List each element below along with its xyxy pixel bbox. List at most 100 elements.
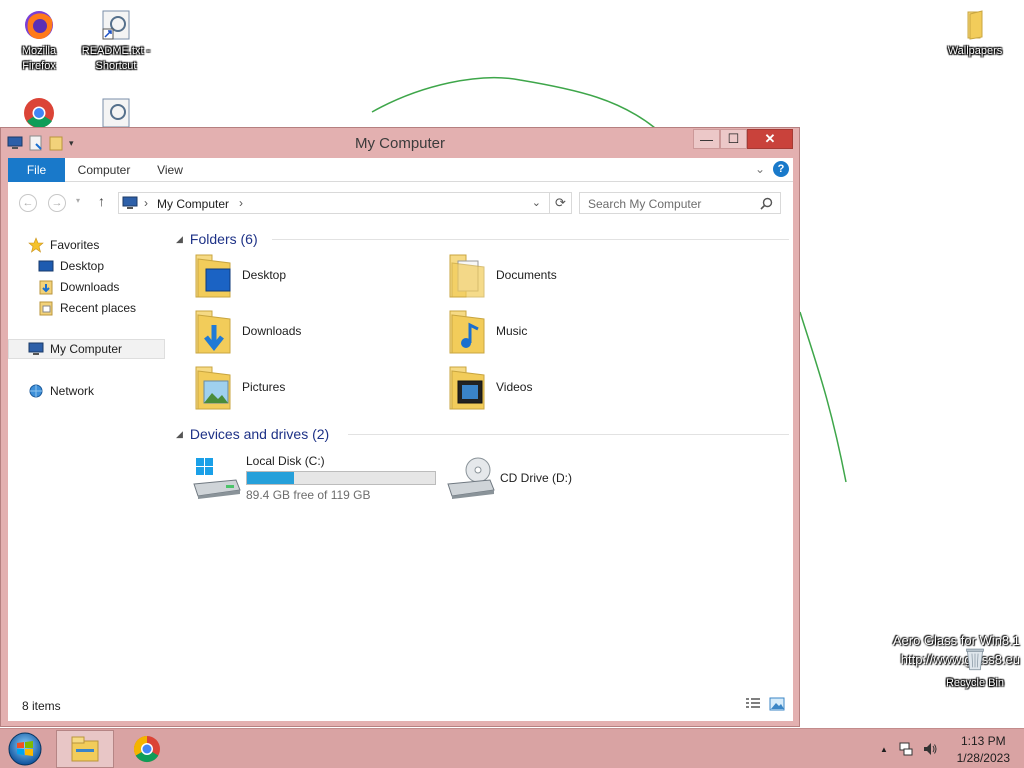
breadcrumb-my-computer[interactable]: My Computer xyxy=(157,197,229,211)
breadcrumb-separator-icon[interactable]: › xyxy=(239,196,243,210)
ribbon-tabs: File Computer View ⌄ ? xyxy=(8,158,793,182)
title-bar[interactable]: ▾ My Computer — ☐ ✕ xyxy=(1,128,799,158)
desktop-icon-label: Mozilla Firefox xyxy=(21,45,57,72)
ribbon-right-controls: ⌄ ? xyxy=(755,161,789,177)
refresh-button[interactable]: ⟳ xyxy=(549,193,571,213)
desktop-icon-chrome[interactable] xyxy=(1,96,77,130)
window-title: My Computer xyxy=(354,135,446,152)
recent-places-icon xyxy=(39,301,53,316)
desktop-icon-label: Recycle Bin xyxy=(945,677,1005,689)
help-icon[interactable]: ? xyxy=(773,161,789,177)
nav-favorites[interactable]: Favorites xyxy=(28,235,99,255)
desktop-icon-label: Wallpapers xyxy=(947,45,1003,57)
folder-music[interactable]: Music xyxy=(444,306,694,356)
folder-label: Downloads xyxy=(242,324,302,338)
folder-icon xyxy=(967,10,983,40)
navigation-pane: Favorites Desktop Downloads Recent place… xyxy=(8,220,166,690)
volume-icon[interactable] xyxy=(922,741,938,757)
tab-view[interactable]: View xyxy=(148,158,192,182)
view-buttons xyxy=(745,697,785,711)
breadcrumb-separator-icon[interactable]: › xyxy=(144,196,148,210)
drive-free-space: 89.4 GB free of 119 GB xyxy=(246,488,371,502)
file-explorer-icon xyxy=(71,736,99,762)
desktop-icon-readme-shortcut[interactable]: README.txt - Shortcut xyxy=(78,8,154,74)
folder-label: Documents xyxy=(496,268,557,282)
nav-desktop[interactable]: Desktop xyxy=(38,256,104,276)
chrome-icon xyxy=(133,735,160,763)
recycle-bin-icon xyxy=(966,648,984,671)
close-button[interactable]: ✕ xyxy=(747,129,793,149)
desktop-icon-wallpapers[interactable]: Wallpapers xyxy=(937,8,1013,59)
minimize-button[interactable]: — xyxy=(693,129,720,149)
collapse-arrow-icon[interactable]: ◢ xyxy=(176,429,183,440)
start-button[interactable] xyxy=(6,731,44,767)
window-client-area: File Computer View ⌄ ? ← → ▾ ↑ › My Comp… xyxy=(8,158,793,721)
devices-group-header[interactable]: ◢ Devices and drives (2) xyxy=(176,424,329,444)
nav-recent-places[interactable]: Recent places xyxy=(38,298,136,318)
nav-downloads[interactable]: Downloads xyxy=(38,277,119,297)
drive-usage-fill xyxy=(247,472,294,484)
tab-file[interactable]: File xyxy=(8,158,65,182)
maximize-button[interactable]: ☐ xyxy=(720,129,747,149)
up-button[interactable]: ↑ xyxy=(98,193,105,209)
drive-usage-bar xyxy=(246,471,436,485)
desktop-icon-shortcut-2[interactable] xyxy=(78,96,154,130)
drive-name: CD Drive (D:) xyxy=(500,471,572,485)
taskbar-file-explorer[interactable] xyxy=(56,730,114,768)
pictures-folder-icon xyxy=(195,366,231,410)
clock[interactable]: 1:13 PM 1/28/2023 xyxy=(957,733,1010,767)
expand-ribbon-icon[interactable]: ⌄ xyxy=(755,162,765,176)
folder-label: Desktop xyxy=(242,268,287,282)
downloads-folder-icon xyxy=(195,310,231,354)
folders-group-header[interactable]: ◢ Folders (6) xyxy=(176,229,258,249)
folder-label: Music xyxy=(496,324,528,338)
folder-pictures[interactable]: Pictures xyxy=(190,362,440,412)
folder-desktop[interactable]: Desktop xyxy=(190,250,440,300)
recent-locations-icon[interactable]: ▾ xyxy=(76,196,80,205)
computer-icon xyxy=(122,196,138,209)
show-hidden-icons-button[interactable]: ▲ xyxy=(880,745,888,754)
taskbar: ▲ 1:13 PM 1/28/2023 xyxy=(0,728,1024,768)
network-icon xyxy=(29,384,43,398)
address-bar[interactable]: › My Computer › ⌄ ⟳ xyxy=(118,192,572,214)
back-button[interactable]: ← xyxy=(19,194,37,212)
network-tray-icon[interactable] xyxy=(898,741,914,757)
taskbar-chrome[interactable] xyxy=(118,730,176,768)
desktop-icon-firefox[interactable]: Mozilla Firefox xyxy=(1,8,77,74)
group-divider xyxy=(272,239,789,240)
desktop-icon-label: README.txt - Shortcut xyxy=(81,45,151,72)
star-icon xyxy=(28,237,44,253)
documents-folder-icon xyxy=(449,254,485,298)
navigation-bar: ← → ▾ ↑ › My Computer › ⌄ ⟳ Search My Co… xyxy=(8,183,793,219)
drive-cd-d[interactable]: CD Drive (D:) xyxy=(446,452,572,504)
search-input[interactable]: Search My Computer xyxy=(579,192,781,214)
collapse-arrow-icon[interactable]: ◢ xyxy=(176,234,183,245)
drive-local-disk-c[interactable]: Local Disk (C:) 89.4 GB free of 119 GB xyxy=(192,452,436,504)
desktop-icon-recycle-bin[interactable]: Recycle Bin xyxy=(937,644,1013,691)
desktop-folder-icon xyxy=(195,254,231,298)
computer-icon xyxy=(28,342,44,355)
content-pane: ◢ Folders (6) Desktop Documents Download… xyxy=(172,220,793,690)
large-icons-view-icon[interactable] xyxy=(769,697,785,711)
folder-label: Videos xyxy=(496,380,533,394)
folder-label: Pictures xyxy=(242,380,286,394)
folder-downloads[interactable]: Downloads xyxy=(190,306,440,356)
desktop-icon xyxy=(38,260,54,272)
clock-time: 1:13 PM xyxy=(960,734,1006,748)
nav-network[interactable]: Network xyxy=(28,381,94,401)
firefox-icon xyxy=(25,11,53,40)
details-view-icon[interactable] xyxy=(745,697,761,711)
tab-computer[interactable]: Computer xyxy=(72,158,136,182)
group-divider xyxy=(348,434,789,435)
music-folder-icon xyxy=(449,310,485,354)
window-controls: — ☐ ✕ xyxy=(693,129,793,149)
folder-documents[interactable]: Documents xyxy=(444,250,694,300)
search-icon[interactable] xyxy=(760,197,773,210)
downloads-icon xyxy=(39,280,53,295)
folder-videos[interactable]: Videos xyxy=(444,362,694,412)
shortcut-icon xyxy=(102,10,130,40)
forward-button[interactable]: → xyxy=(48,194,66,212)
address-dropdown-icon[interactable]: ⌄ xyxy=(532,196,541,209)
clock-date: 1/28/2023 xyxy=(956,751,1010,765)
nav-my-computer[interactable]: My Computer xyxy=(8,339,165,359)
